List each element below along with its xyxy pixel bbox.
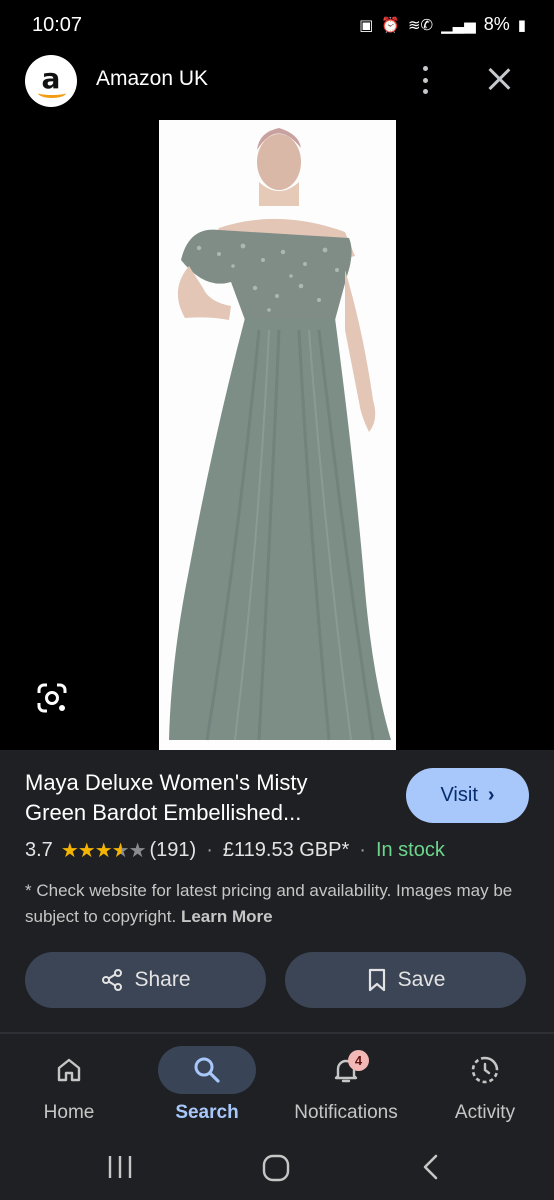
product-image[interactable] [159,120,396,750]
rating-stars: ★ ★ ★ ★ ★ [60,838,147,863]
share-icon [102,969,123,991]
home-icon-wrap [20,1046,118,1094]
wifi-calling-icon: ≋✆ [407,16,434,34]
more-options-icon[interactable] [413,62,437,98]
notification-badge: 4 [348,1050,369,1071]
rating-value: 3.7 [25,839,53,861]
product-title[interactable]: Maya Deluxe Women's Misty Green Bardot E… [25,768,385,828]
amazon-logo: a [25,55,77,107]
nav-notifications-label: Notifications [294,1102,398,1123]
back-icon[interactable] [412,1148,452,1188]
alarm-icon: ⏰ [381,16,400,34]
activity-icon [471,1056,499,1084]
product-title-line1: Maya Deluxe Women's Misty [25,770,308,795]
status-time: 10:07 [32,14,83,36]
status-icons: ▣ ⏰ ≋✆ ▁▃▅ 8% ▮ [359,14,526,35]
nav-search[interactable]: Search [138,1034,276,1134]
separator: · [359,839,366,861]
review-count: (191) [149,839,197,861]
dress-image [159,120,396,750]
header: a Amazon UK [0,50,554,120]
empty-star-icon: ★ [128,840,147,862]
nav-search-label: Search [175,1102,239,1123]
nav-home[interactable]: Home [0,1034,138,1134]
nav-home-label: Home [43,1102,95,1123]
product-title-line2: Green Bardot Embellished... [25,800,302,825]
share-label: Share [134,968,191,991]
save-button[interactable]: Save [285,952,526,1008]
nav-activity[interactable]: Activity [416,1034,554,1134]
disclaimer: * Check website for latest pricing and a… [25,878,525,930]
status-bar: 10:07 ▣ ⏰ ≋✆ ▁▃▅ 8% ▮ [0,0,554,50]
header-title: Amazon UK [96,67,209,90]
nav-activity-label: Activity [454,1102,516,1123]
battery-saver-icon: ▣ [359,16,374,34]
home-icon [57,1058,81,1082]
smile-icon [38,88,66,98]
visit-label: Visit [440,784,478,806]
star-icon: ★ [77,840,96,862]
battery-icon: ▮ [517,16,526,34]
home-button-icon[interactable] [256,1148,296,1188]
signal-icon: ▁▃▅ [441,16,476,34]
bottom-nav: Home Search 4 Notifications Activity [0,1034,554,1134]
nav-notifications[interactable]: 4 Notifications [277,1034,415,1134]
activity-icon-wrap [436,1046,534,1094]
system-nav-bar [0,1134,554,1200]
save-label: Save [397,968,446,991]
learn-more-link[interactable]: Learn More [181,907,273,926]
price: £119.53 GBP* [222,839,350,861]
star-icon: ★ [94,840,113,862]
share-button[interactable]: Share [25,952,266,1008]
availability: In stock [375,839,445,861]
half-star-icon: ★ [111,840,130,862]
product-meta: 3.7 ★ ★ ★ ★ ★ (191) · £119.53 GBP* · In … [25,838,445,863]
image-viewer [0,120,554,750]
recent-apps-icon[interactable] [100,1148,140,1188]
bookmark-icon [368,968,385,992]
star-icon: ★ [60,840,79,862]
close-icon[interactable] [484,64,514,94]
chevron-right-icon: › [487,784,495,806]
visit-button[interactable]: Visit › [406,768,529,823]
battery-percent: 8% [483,14,510,34]
bell-icon-wrap [297,1046,395,1094]
search-icon-wrap [158,1046,256,1094]
separator: · [206,839,213,861]
google-lens-icon[interactable] [36,682,68,714]
search-icon [194,1057,220,1083]
